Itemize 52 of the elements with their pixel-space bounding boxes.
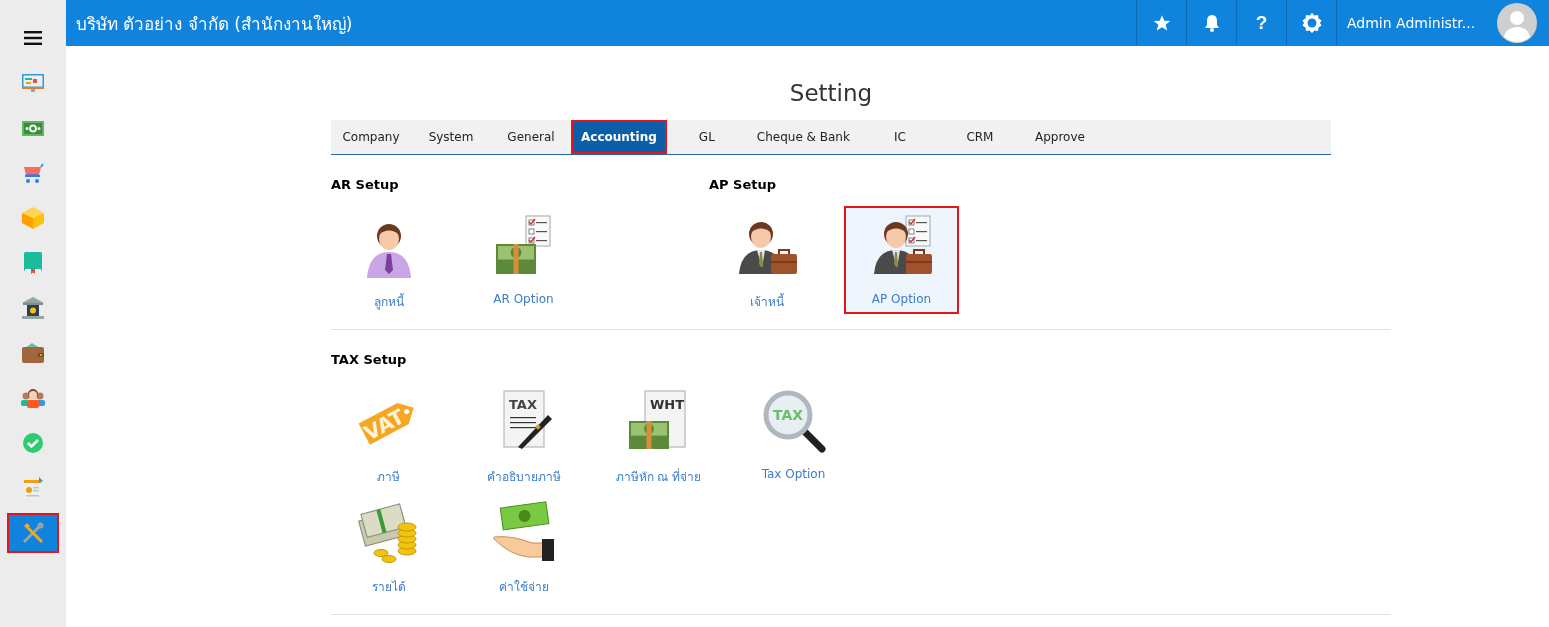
checklist [525,215,550,247]
banknote-icon [22,120,44,136]
banknote-bundle [628,421,669,449]
box-icon [22,207,44,229]
monitor-icon [22,73,44,93]
tab[interactable]: Approve [1019,120,1100,154]
setting-tile[interactable]: VAT ภาษี [331,381,446,489]
tab[interactable]: Accounting [571,120,667,154]
document-text: TAX [508,397,537,412]
tab[interactable]: System [411,120,491,154]
tab[interactable]: IC [859,120,940,154]
shopping-cart-icon [22,162,44,184]
banknote-bundle [495,244,536,274]
bell-icon [1203,14,1220,32]
tab[interactable]: Company [331,120,411,154]
wallet-icon [22,343,44,363]
menu-icon [24,31,42,45]
setting-tile[interactable]: ค่าใช้จ่าย [466,491,581,599]
avatar-icon[interactable] [1497,3,1537,43]
check-circle-icon [23,433,43,453]
company-name: บริษัท ตัวอย่าง จำกัด (สำนักงานใหญ่) [76,12,353,36]
star-icon [1152,14,1171,32]
tab[interactable]: Cheque & Bank [746,120,860,154]
section-heading: AP Setup [709,177,778,192]
tab[interactable]: General [491,120,571,154]
setting-tile[interactable]: WHT ภาษีหัก ณ ที่จ่าย [601,381,716,489]
settings-icon [1301,13,1322,33]
hand-money-icon [491,499,556,563]
book-icon [24,252,42,274]
businessman-briefcase-icon [873,222,932,274]
setting-tile[interactable]: TAX คำอธิบายภาษี [466,381,581,489]
checklist [905,215,930,247]
section-heading: AR Setup [331,177,400,192]
setting-tile[interactable]: เจ้าหนี้ [709,206,824,314]
people-icon [21,388,45,408]
document-text: WHT [649,397,684,412]
tab[interactable]: CRM [939,120,1020,154]
tag-text: VAT [359,404,408,446]
help-button[interactable]: ? [1236,0,1286,46]
tab[interactable]: GL [666,120,747,154]
setting-tile[interactable]: AP Option [844,206,959,314]
setting-tile[interactable]: ลูกหนี้ [331,206,446,314]
lens-text: TAX [772,407,803,423]
tools-icon [22,522,44,544]
setting-tile[interactable]: รายได้ [331,491,446,599]
setting-tile[interactable]: TAX Tax Option [736,381,851,489]
section-heading: TAX Setup [331,352,408,367]
setting-tile[interactable]: AR Option [466,206,581,314]
bank-icon [22,297,44,319]
page-title: Setting [788,80,874,106]
businessman-briefcase-icon [738,222,797,274]
invoice-icon [23,477,43,499]
